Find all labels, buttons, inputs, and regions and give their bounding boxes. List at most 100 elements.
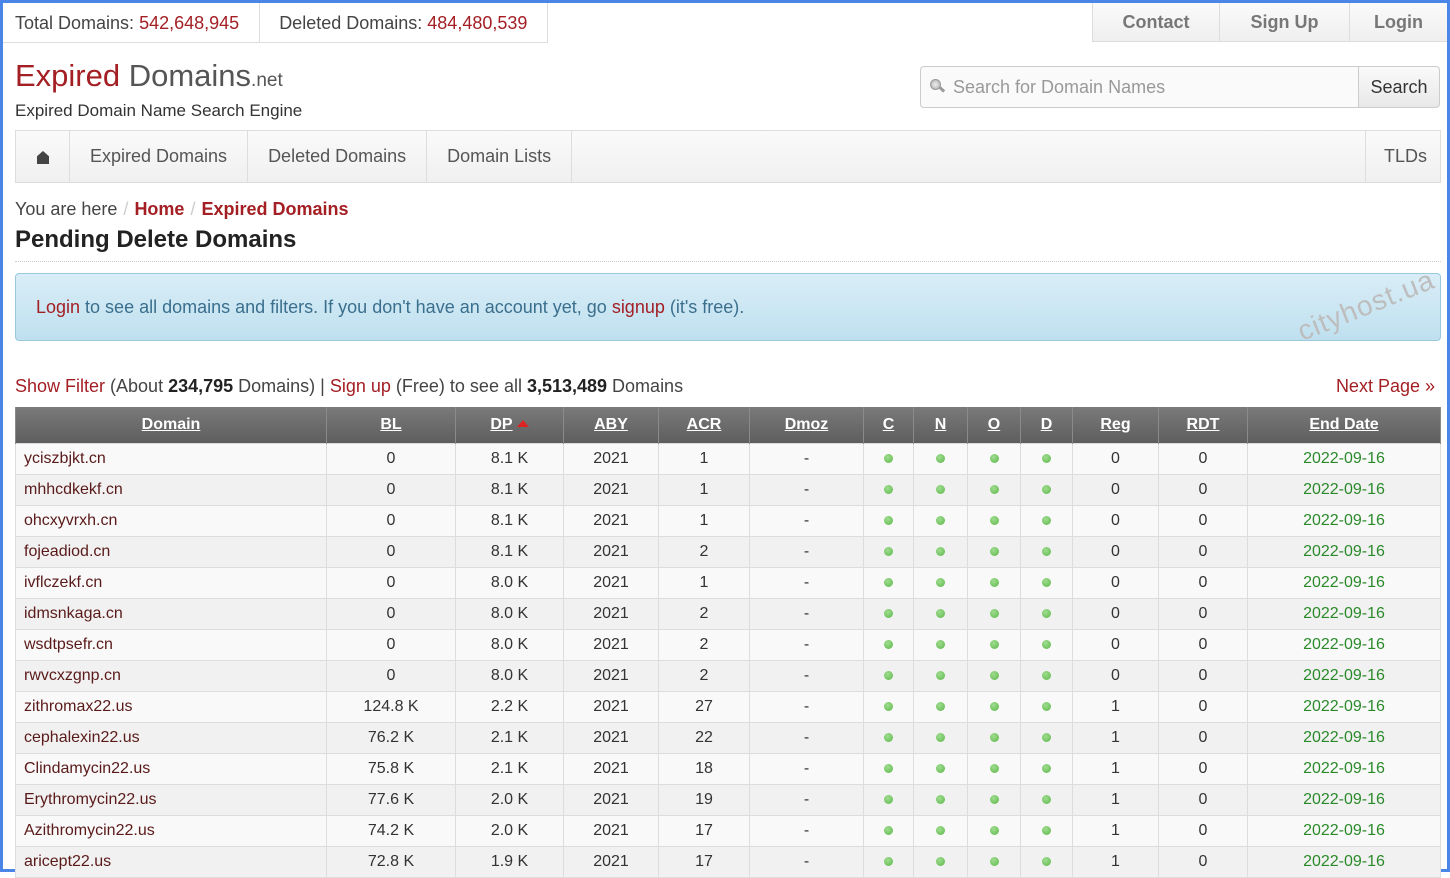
end-date-cell: 2022-09-16 <box>1247 814 1441 847</box>
dp-cell: 2.0 K <box>455 814 564 847</box>
col-header-acr[interactable]: ACR <box>658 407 750 443</box>
status-n-cell <box>913 721 968 754</box>
col-header-reg[interactable]: Reg <box>1072 407 1159 443</box>
col-header-o[interactable]: O <box>967 407 1021 443</box>
domain-link[interactable]: wsdtpsefr.cn <box>24 636 113 653</box>
breadcrumb-home[interactable]: Home <box>134 199 184 219</box>
col-header-end-date[interactable]: End Date <box>1247 407 1441 443</box>
col-header-n[interactable]: N <box>913 407 968 443</box>
login-alert: Login to see all domains and filters. If… <box>15 273 1441 341</box>
sort-d-link[interactable]: D <box>1041 416 1053 433</box>
filter-signup-link[interactable]: Sign up <box>330 376 391 396</box>
title-divider <box>15 261 1441 262</box>
dp-cell: 2.0 K <box>455 783 564 816</box>
bl-cell: 72.8 K <box>326 845 456 878</box>
table-row: aricept22.us 72.8 K 1.9 K 2021 17- 1 0 2022-09-… <box>15 845 1441 878</box>
filter-text: (Free) to see all <box>390 376 527 396</box>
table-body: yciszbjkt.cn 0 8.1 K 2021 1-0 0 2022-09-16 mhhc… <box>15 442 1441 878</box>
col-header-domain[interactable]: Domain <box>15 407 327 443</box>
domain-link[interactable]: mhhcdkekf.cn <box>24 481 123 498</box>
end-date-cell: 2022-09-16 <box>1247 566 1441 599</box>
sort-dmoz-link[interactable]: Dmoz <box>785 416 829 433</box>
breadcrumb-expired-domains[interactable]: Expired Domains <box>201 199 348 219</box>
domain-link[interactable]: aricept22.us <box>24 853 111 870</box>
nav-deleted-domains[interactable]: Deleted Domains <box>248 131 428 182</box>
nav-home[interactable] <box>16 131 70 182</box>
available-check-icon <box>936 701 945 711</box>
sort-end-date-link[interactable]: End Date <box>1309 416 1378 433</box>
sort-o-link[interactable]: O <box>988 416 1000 433</box>
dmoz-cell: - <box>749 659 864 692</box>
show-filter-link[interactable]: Show Filter <box>15 376 105 396</box>
col-header-dmoz[interactable]: Dmoz <box>749 407 864 443</box>
reg-cell: 1 <box>1072 721 1159 754</box>
total-domains-label: Total Domains: <box>15 13 135 33</box>
domain-link[interactable]: yciszbjkt.cn <box>24 450 106 467</box>
col-header-aby[interactable]: ABY <box>563 407 659 443</box>
col-header-c[interactable]: C <box>863 407 914 443</box>
domain-link[interactable]: Erythromycin22.us <box>24 791 157 808</box>
end-date-cell: 2022-09-16 <box>1247 783 1441 816</box>
search-field-wrapper[interactable] <box>920 66 1358 108</box>
sort-c-link[interactable]: C <box>883 416 895 433</box>
sort-reg-link[interactable]: Reg <box>1100 416 1130 433</box>
available-check-icon <box>884 732 893 742</box>
sort-n-link[interactable]: N <box>935 416 947 433</box>
table-row: Azithromycin22.us 74.2 K 2.0 K 2021 17- 1 0 202… <box>15 814 1441 847</box>
sort-acr-link[interactable]: ACR <box>687 416 722 433</box>
col-header-dp[interactable]: DP <box>455 407 564 443</box>
domain-link[interactable]: Azithromycin22.us <box>24 822 155 839</box>
nav-tlds[interactable]: TLDs <box>1365 131 1440 182</box>
contact-link[interactable]: Contact <box>1092 3 1219 42</box>
col-header-rdt[interactable]: RDT <box>1158 407 1248 443</box>
dp-cell: 8.1 K <box>455 535 564 568</box>
logo-wordmark[interactable]: Expired Domains.net <box>15 58 302 99</box>
reg-cell: 1 <box>1072 783 1159 816</box>
status-c-cell <box>863 845 914 878</box>
alert-login-link[interactable]: Login <box>36 297 80 317</box>
status-c-cell <box>863 721 914 754</box>
domains-table: Domain BL DP ABY ACR Dmoz C N O D Reg RD… <box>15 407 1441 878</box>
end-date-cell: 2022-09-16 <box>1247 752 1441 785</box>
rdt-cell: 0 <box>1158 659 1248 692</box>
domain-link[interactable]: idmsnkaga.cn <box>24 605 123 622</box>
domain-link[interactable]: zithromax22.us <box>24 698 133 715</box>
site-logo[interactable]: Expired Domains.net Expired Domain Name … <box>15 58 302 121</box>
sign-up-link[interactable]: Sign Up <box>1219 3 1349 42</box>
domain-link[interactable]: ohcxyvrxh.cn <box>24 512 117 529</box>
sort-domain-link[interactable]: Domain <box>142 416 201 433</box>
domain-link[interactable]: ivflczekf.cn <box>24 574 102 591</box>
available-check-icon <box>884 608 893 618</box>
sort-bl-link[interactable]: BL <box>380 416 401 433</box>
dmoz-cell: - <box>749 597 864 630</box>
available-check-icon <box>884 856 893 866</box>
nav-expired-domains[interactable]: Expired Domains <box>70 131 249 182</box>
col-header-d[interactable]: D <box>1020 407 1073 443</box>
rdt-cell: 0 <box>1158 690 1248 723</box>
domain-link[interactable]: cephalexin22.us <box>24 729 140 746</box>
search-input[interactable] <box>951 75 1331 99</box>
sort-aby-link[interactable]: ABY <box>594 416 628 433</box>
top-nav: Contact Sign Up Login <box>1092 3 1447 42</box>
status-o-cell <box>967 721 1021 754</box>
nav-domain-lists[interactable]: Domain Lists <box>427 131 573 182</box>
sort-dp-link[interactable]: DP <box>490 416 512 433</box>
col-header-bl[interactable]: BL <box>326 407 456 443</box>
bl-cell: 0 <box>326 473 456 506</box>
breadcrumb-prefix: You are here <box>15 199 118 219</box>
aby-cell: 2021 <box>563 659 659 692</box>
domain-link[interactable]: fojeadiod.cn <box>24 543 110 560</box>
bl-cell: 0 <box>326 597 456 630</box>
sort-rdt-link[interactable]: RDT <box>1187 416 1220 433</box>
domain-cell: Erythromycin22.us <box>15 783 327 816</box>
login-link[interactable]: Login <box>1349 3 1447 42</box>
dp-cell: 1.9 K <box>455 845 564 878</box>
domain-link[interactable]: rwvcxzgnp.cn <box>24 667 121 684</box>
status-c-cell <box>863 628 914 661</box>
domain-link[interactable]: Clindamycin22.us <box>24 760 150 777</box>
next-page-link[interactable]: Next Page » <box>1336 376 1435 397</box>
alert-signup-link[interactable]: signup <box>612 297 665 317</box>
end-date-cell: 2022-09-16 <box>1247 504 1441 537</box>
domain-cell: aricept22.us <box>15 845 327 878</box>
search-button[interactable]: Search <box>1358 66 1440 108</box>
